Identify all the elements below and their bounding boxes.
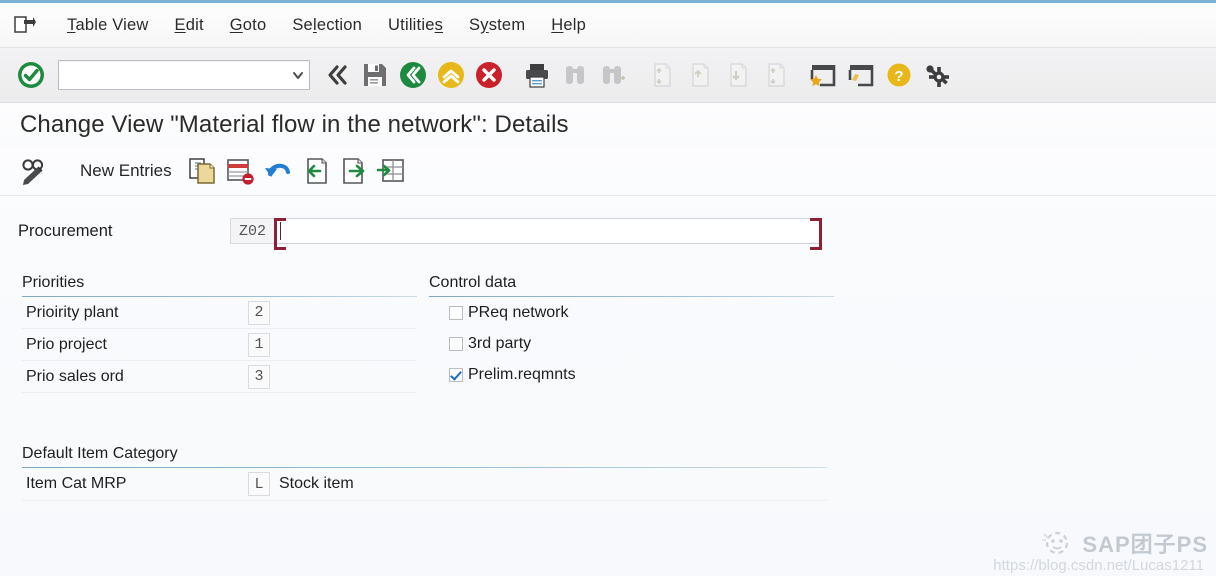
window-exit-icon[interactable] bbox=[10, 11, 40, 39]
find-next-icon[interactable] bbox=[596, 57, 630, 93]
watermark-url: https://blog.csdn.net/Lucas1211 bbox=[993, 557, 1204, 574]
procurement-code-field: Z02 bbox=[230, 218, 274, 244]
save-floppy-icon[interactable] bbox=[358, 57, 392, 93]
item-cat-mrp-label: Item Cat MRP bbox=[26, 475, 127, 492]
text-cursor bbox=[280, 222, 281, 240]
priorities-group: Priorities Prioirity plant 2 Prio projec… bbox=[22, 274, 417, 393]
next-entry-icon[interactable] bbox=[338, 154, 370, 188]
priority-plant-value[interactable]: 2 bbox=[248, 300, 270, 325]
prelim-reqmnts-label: Prelim.reqmnts bbox=[468, 365, 576, 383]
svg-text:?: ? bbox=[894, 68, 903, 85]
customize-gear-icon[interactable] bbox=[920, 57, 954, 93]
copy-as-icon[interactable] bbox=[186, 154, 218, 188]
first-page-icon[interactable] bbox=[644, 57, 678, 93]
prelim-reqmnts-checkbox[interactable] bbox=[449, 367, 463, 382]
prelim-reqmnts-row[interactable]: Prelim.reqmnts bbox=[429, 359, 834, 390]
variable-list-icon[interactable] bbox=[376, 154, 408, 188]
main-toolbar: ? bbox=[0, 48, 1216, 103]
procurement-input-wrapper bbox=[274, 218, 822, 250]
item-cat-mrp-code[interactable]: L bbox=[248, 472, 270, 496]
new-entries-button[interactable]: New Entries bbox=[58, 161, 186, 181]
exit-up-yellow-icon[interactable] bbox=[434, 57, 468, 93]
last-page-icon[interactable] bbox=[758, 57, 792, 93]
default-item-category-group: Default Item Category Item Cat MRP L Sto… bbox=[22, 445, 827, 501]
form-groups: Priorities Prioirity plant 2 Prio projec… bbox=[0, 248, 1216, 393]
control-data-group: Control data PReq network 3rd party Prel… bbox=[429, 274, 834, 393]
third-party-checkbox[interactable] bbox=[449, 336, 463, 351]
preq-network-label: PReq network bbox=[468, 303, 569, 321]
next-page-icon[interactable] bbox=[720, 57, 754, 93]
menu-item-system[interactable]: System bbox=[456, 14, 538, 37]
previous-page-icon[interactable] bbox=[682, 57, 716, 93]
watermark-logo-text: SAP团子PS bbox=[1082, 532, 1208, 557]
create-session-icon[interactable] bbox=[806, 57, 840, 93]
priority-plant-row: Prioirity plant 2 bbox=[22, 297, 417, 329]
preq-network-row[interactable]: PReq network bbox=[429, 297, 834, 328]
previous-entry-icon[interactable] bbox=[300, 154, 332, 188]
menu-item-edit[interactable]: Edit bbox=[162, 14, 217, 37]
procurement-row: Procurement Z02 bbox=[0, 214, 1216, 250]
prio-sales-ord-row: Prio sales ord 3 bbox=[22, 361, 417, 393]
command-input[interactable] bbox=[59, 62, 287, 88]
print-icon[interactable] bbox=[520, 57, 554, 93]
procurement-description-input[interactable] bbox=[274, 218, 822, 244]
watermark-logo-icon bbox=[1042, 531, 1069, 555]
green-check-enter-icon[interactable] bbox=[14, 57, 48, 93]
command-field[interactable] bbox=[58, 60, 310, 90]
double-chevron-left-icon[interactable] bbox=[320, 57, 354, 93]
prio-project-value[interactable]: 1 bbox=[248, 332, 270, 357]
sap-gui-window: Table View Edit Goto Selection Utilities… bbox=[0, 0, 1216, 576]
watermark: SAP团子PS https://blog.csdn.net/Lucas1211 bbox=[993, 527, 1208, 574]
prio-project-label: Prio project bbox=[26, 335, 107, 353]
menu-item-help[interactable]: Help bbox=[538, 14, 599, 37]
priorities-group-title: Priorities bbox=[22, 274, 85, 291]
cancel-red-icon[interactable] bbox=[472, 57, 506, 93]
undo-icon[interactable] bbox=[262, 154, 294, 188]
item-cat-mrp-row: Item Cat MRP L Stock item bbox=[22, 468, 827, 501]
prio-sales-ord-label: Prio sales ord bbox=[26, 367, 124, 385]
third-party-row[interactable]: 3rd party bbox=[429, 328, 834, 359]
help-question-icon[interactable]: ? bbox=[882, 57, 916, 93]
menu-item-table-view[interactable]: Table View bbox=[54, 14, 162, 37]
chevron-down-icon[interactable] bbox=[287, 68, 309, 82]
menu-bar: Table View Edit Goto Selection Utilities… bbox=[0, 3, 1216, 48]
priority-plant-label: Prioirity plant bbox=[26, 303, 119, 321]
create-shortcut-icon[interactable] bbox=[844, 57, 878, 93]
delete-row-icon[interactable] bbox=[224, 154, 256, 188]
prio-sales-ord-value[interactable]: 3 bbox=[248, 364, 270, 389]
menu-item-goto[interactable]: Goto bbox=[217, 14, 280, 37]
third-party-label: 3rd party bbox=[468, 334, 532, 352]
menu-item-utilities[interactable]: Utilities bbox=[375, 14, 456, 37]
page-title: Change View "Material flow in the networ… bbox=[0, 103, 1216, 147]
menu-item-selection[interactable]: Selection bbox=[279, 14, 375, 37]
back-green-icon[interactable] bbox=[396, 57, 430, 93]
find-icon[interactable] bbox=[558, 57, 592, 93]
item-cat-mrp-description: Stock item bbox=[279, 475, 354, 492]
procurement-label: Procurement bbox=[18, 221, 113, 240]
display-change-icon[interactable] bbox=[18, 154, 52, 188]
watermark-logo-row: SAP团子PS bbox=[993, 527, 1208, 559]
application-toolbar: New Entries bbox=[0, 147, 1216, 196]
prio-project-row: Prio project 1 bbox=[22, 329, 417, 361]
preq-network-checkbox[interactable] bbox=[449, 305, 463, 320]
details-form: Procurement Z02 Priorities Prioirity pla… bbox=[0, 196, 1216, 501]
control-data-group-title: Control data bbox=[429, 274, 517, 291]
default-item-category-title: Default Item Category bbox=[22, 445, 178, 462]
